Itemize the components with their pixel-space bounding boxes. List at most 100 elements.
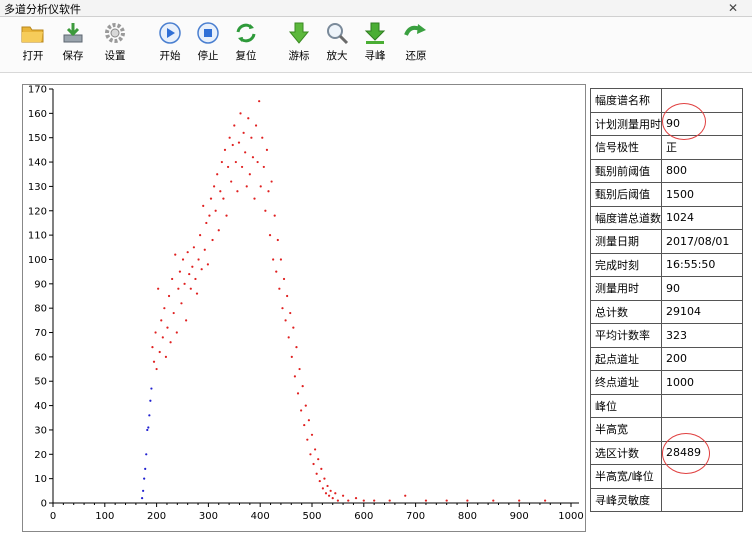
param-value <box>661 393 743 418</box>
y-tick-label: 150 <box>28 133 47 144</box>
reset-button[interactable]: 复位 <box>226 19 266 69</box>
gear-icon <box>105 23 125 43</box>
param-label: 寻峰灵敏度 <box>590 487 662 512</box>
y-tick-label: 50 <box>34 377 47 388</box>
data-point-red <box>200 268 203 271</box>
data-point-red <box>317 458 320 461</box>
data-point-red <box>276 238 279 242</box>
data-point-red <box>245 185 248 188</box>
data-point-red <box>154 331 157 334</box>
data-point-red <box>323 477 326 480</box>
data-point-red <box>181 258 185 261</box>
data-point-red <box>248 173 251 176</box>
stop-button[interactable]: 停止 <box>188 19 228 69</box>
data-point-red <box>300 409 303 412</box>
open-button[interactable]: 打开 <box>13 19 53 69</box>
data-point-red <box>172 311 175 315</box>
param-value: 2017/08/01 <box>661 229 743 254</box>
data-point-red <box>268 234 272 237</box>
data-point-red <box>320 467 323 471</box>
data-point-red <box>282 277 286 281</box>
data-point-red <box>231 143 234 147</box>
download-arrow-icon <box>364 22 386 44</box>
spectrum-scatter-plot[interactable]: 0 10 20 30 40 50 60 70 80 90 100 110 120 130 140 150 160… <box>23 85 585 531</box>
data-point-blue <box>150 387 153 390</box>
param-label: 起点道址 <box>590 346 662 371</box>
data-point-red <box>334 492 337 495</box>
data-point-red <box>174 253 177 256</box>
data-point-red <box>212 185 216 188</box>
param-row: 峰位 <box>590 393 743 418</box>
save-icon <box>63 23 83 43</box>
data-point-red <box>178 270 182 273</box>
data-point-red <box>278 287 281 290</box>
data-point-red <box>279 258 283 261</box>
param-label: 信号极性 <box>590 135 662 160</box>
data-point-red <box>326 484 329 488</box>
data-point-red <box>160 319 163 322</box>
peak-search-button[interactable]: 寻峰 <box>355 19 395 69</box>
data-point-red <box>329 489 332 492</box>
data-point-red <box>310 433 314 436</box>
param-value: 90 <box>661 276 743 301</box>
y-tick-label: 120 <box>28 206 47 217</box>
param-row: 半高宽/峰位 <box>590 464 743 489</box>
data-point-red <box>318 479 321 483</box>
y-tick-label: 140 <box>28 158 47 169</box>
data-point-red <box>466 499 469 502</box>
annotation-circle-region-count <box>662 433 710 474</box>
settings-button[interactable]: 设置 <box>95 19 135 69</box>
close-icon[interactable]: ✕ <box>724 0 742 16</box>
data-point-red <box>237 141 241 144</box>
data-point-red <box>242 131 245 134</box>
param-row: 甄别前阈值 800 <box>590 158 743 183</box>
data-point-red <box>166 326 169 329</box>
cursor-button[interactable]: 游标 <box>279 19 319 69</box>
param-row: 总计数 29104 <box>590 299 743 324</box>
data-point-red <box>306 438 309 441</box>
data-point-blue <box>149 399 152 402</box>
data-point-blue <box>147 426 150 429</box>
y-tick-label: 0 <box>41 499 47 510</box>
data-point-red <box>151 346 154 349</box>
data-point-red <box>307 419 310 422</box>
data-point-red <box>199 234 202 237</box>
data-point-blue <box>144 467 147 471</box>
y-tick-label: 170 <box>28 85 47 96</box>
data-point-red <box>183 282 186 285</box>
zoom-button[interactable]: 放大 <box>317 19 357 69</box>
param-label: 总计数 <box>590 299 662 324</box>
spectrum-chart-area[interactable]: 0 10 20 30 40 50 60 70 80 90 100 110 120 130 140 150 160… <box>22 84 586 532</box>
data-point-red <box>188 272 191 276</box>
data-point-red <box>388 499 391 502</box>
data-point-red <box>492 499 495 502</box>
data-point-red <box>211 238 214 242</box>
data-point-red <box>228 136 231 139</box>
data-point-blue <box>146 428 149 432</box>
start-button[interactable]: 开始 <box>150 19 190 69</box>
data-point-red <box>258 100 261 103</box>
x-tick-label: 1000 <box>558 511 583 522</box>
data-point-red <box>267 190 270 193</box>
data-point-red <box>217 229 220 232</box>
data-point-red <box>203 248 206 251</box>
data-point-red <box>256 160 259 164</box>
param-row: 甄别后阈值 1500 <box>590 182 743 207</box>
restore-button[interactable]: 还原 <box>396 19 436 69</box>
param-row: 信号极性正 <box>590 135 743 160</box>
data-point-blue <box>145 453 148 456</box>
param-label: 平均计数率 <box>590 323 662 348</box>
param-value: 1024 <box>661 205 743 230</box>
save-button[interactable]: 保存 <box>53 19 93 69</box>
title-bar: 多道分析仪软件 ✕ <box>0 0 752 17</box>
data-point-red <box>202 204 205 207</box>
data-point-red <box>272 258 275 261</box>
data-point-red <box>155 367 158 371</box>
window-title: 多道分析仪软件 <box>4 3 81 16</box>
x-tick-label: 0 <box>50 511 56 522</box>
data-point-red <box>169 341 172 344</box>
param-label: 计划测量用时 <box>590 111 662 136</box>
y-tick-label: 20 <box>34 450 47 461</box>
data-point-red <box>226 165 230 169</box>
data-point-red <box>270 180 273 183</box>
